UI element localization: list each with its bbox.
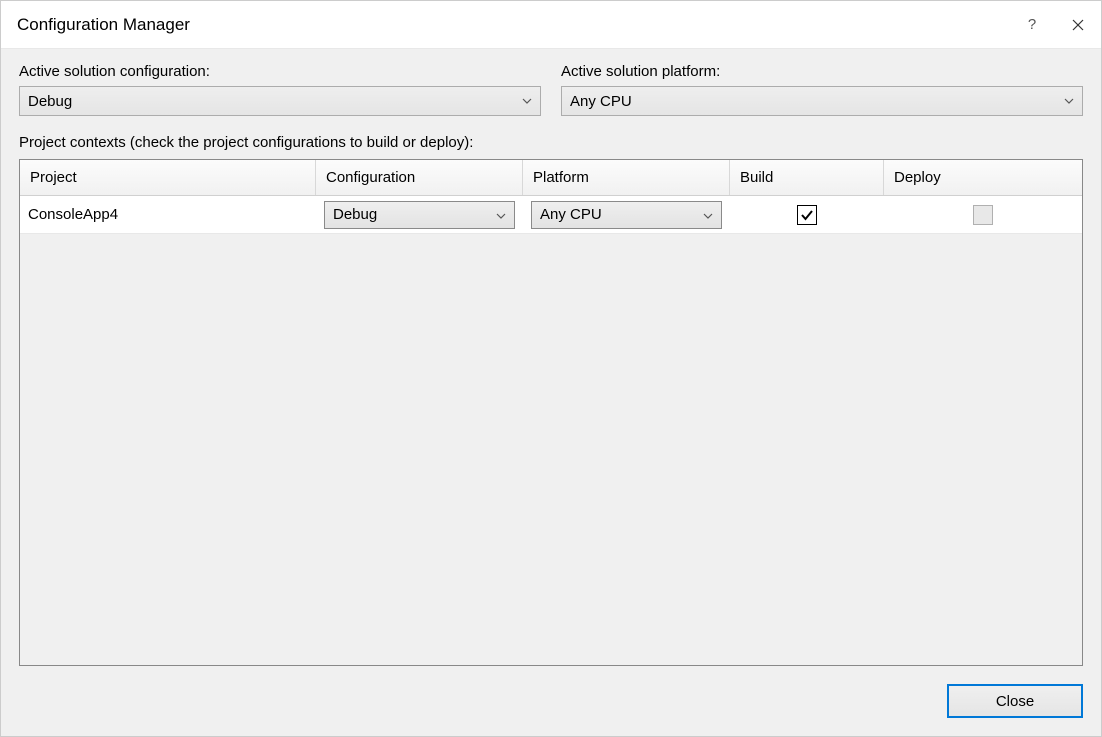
active-config-group: Active solution configuration: Debug <box>19 63 541 116</box>
help-button[interactable]: ? <box>1009 1 1055 48</box>
grid-body: ConsoleApp4 Debug Any CPU <box>20 196 1082 665</box>
chevron-down-icon <box>703 206 713 223</box>
project-contexts-label: Project contexts (check the project conf… <box>19 134 1083 151</box>
project-platform-dropdown[interactable]: Any CPU <box>531 201 722 229</box>
deploy-checkbox <box>973 205 993 225</box>
column-header-project[interactable]: Project <box>20 160 316 195</box>
chevron-down-icon <box>496 206 506 223</box>
close-window-button[interactable] <box>1055 1 1101 48</box>
dialog-footer: Close <box>19 666 1083 718</box>
solution-selectors: Active solution configuration: Debug Act… <box>19 63 1083 116</box>
content-area: Active solution configuration: Debug Act… <box>1 49 1101 736</box>
table-row: ConsoleApp4 Debug Any CPU <box>20 196 1082 234</box>
active-config-dropdown[interactable]: Debug <box>19 86 541 116</box>
chevron-down-icon <box>522 96 532 106</box>
project-config-dropdown[interactable]: Debug <box>324 201 515 229</box>
project-deploy-cell <box>884 196 1082 233</box>
checkmark-icon <box>800 208 814 222</box>
column-header-build[interactable]: Build <box>730 160 884 195</box>
active-config-label: Active solution configuration: <box>19 63 541 80</box>
titlebar: Configuration Manager ? <box>1 1 1101 49</box>
close-button-label: Close <box>996 693 1034 710</box>
grid-header: Project Configuration Platform Build Dep… <box>20 160 1082 196</box>
active-platform-value: Any CPU <box>570 93 1064 110</box>
column-header-platform[interactable]: Platform <box>523 160 730 195</box>
help-icon: ? <box>1028 16 1036 33</box>
project-grid: Project Configuration Platform Build Dep… <box>19 159 1083 666</box>
window-title: Configuration Manager <box>17 15 1009 35</box>
close-icon <box>1072 19 1084 31</box>
titlebar-buttons: ? <box>1009 1 1101 48</box>
close-button[interactable]: Close <box>947 684 1083 718</box>
build-checkbox[interactable] <box>797 205 817 225</box>
project-platform-value: Any CPU <box>540 206 703 223</box>
chevron-down-icon <box>1064 96 1074 106</box>
column-header-deploy[interactable]: Deploy <box>884 160 1082 195</box>
active-platform-dropdown[interactable]: Any CPU <box>561 86 1083 116</box>
active-platform-group: Active solution platform: Any CPU <box>561 63 1083 116</box>
project-platform-cell: Any CPU <box>523 196 730 233</box>
project-name-cell: ConsoleApp4 <box>20 196 316 233</box>
project-config-value: Debug <box>333 206 496 223</box>
configuration-manager-window: Configuration Manager ? Active solution … <box>0 0 1102 737</box>
active-config-value: Debug <box>28 93 522 110</box>
project-config-cell: Debug <box>316 196 523 233</box>
column-header-configuration[interactable]: Configuration <box>316 160 523 195</box>
active-platform-label: Active solution platform: <box>561 63 1083 80</box>
project-build-cell <box>730 196 884 233</box>
